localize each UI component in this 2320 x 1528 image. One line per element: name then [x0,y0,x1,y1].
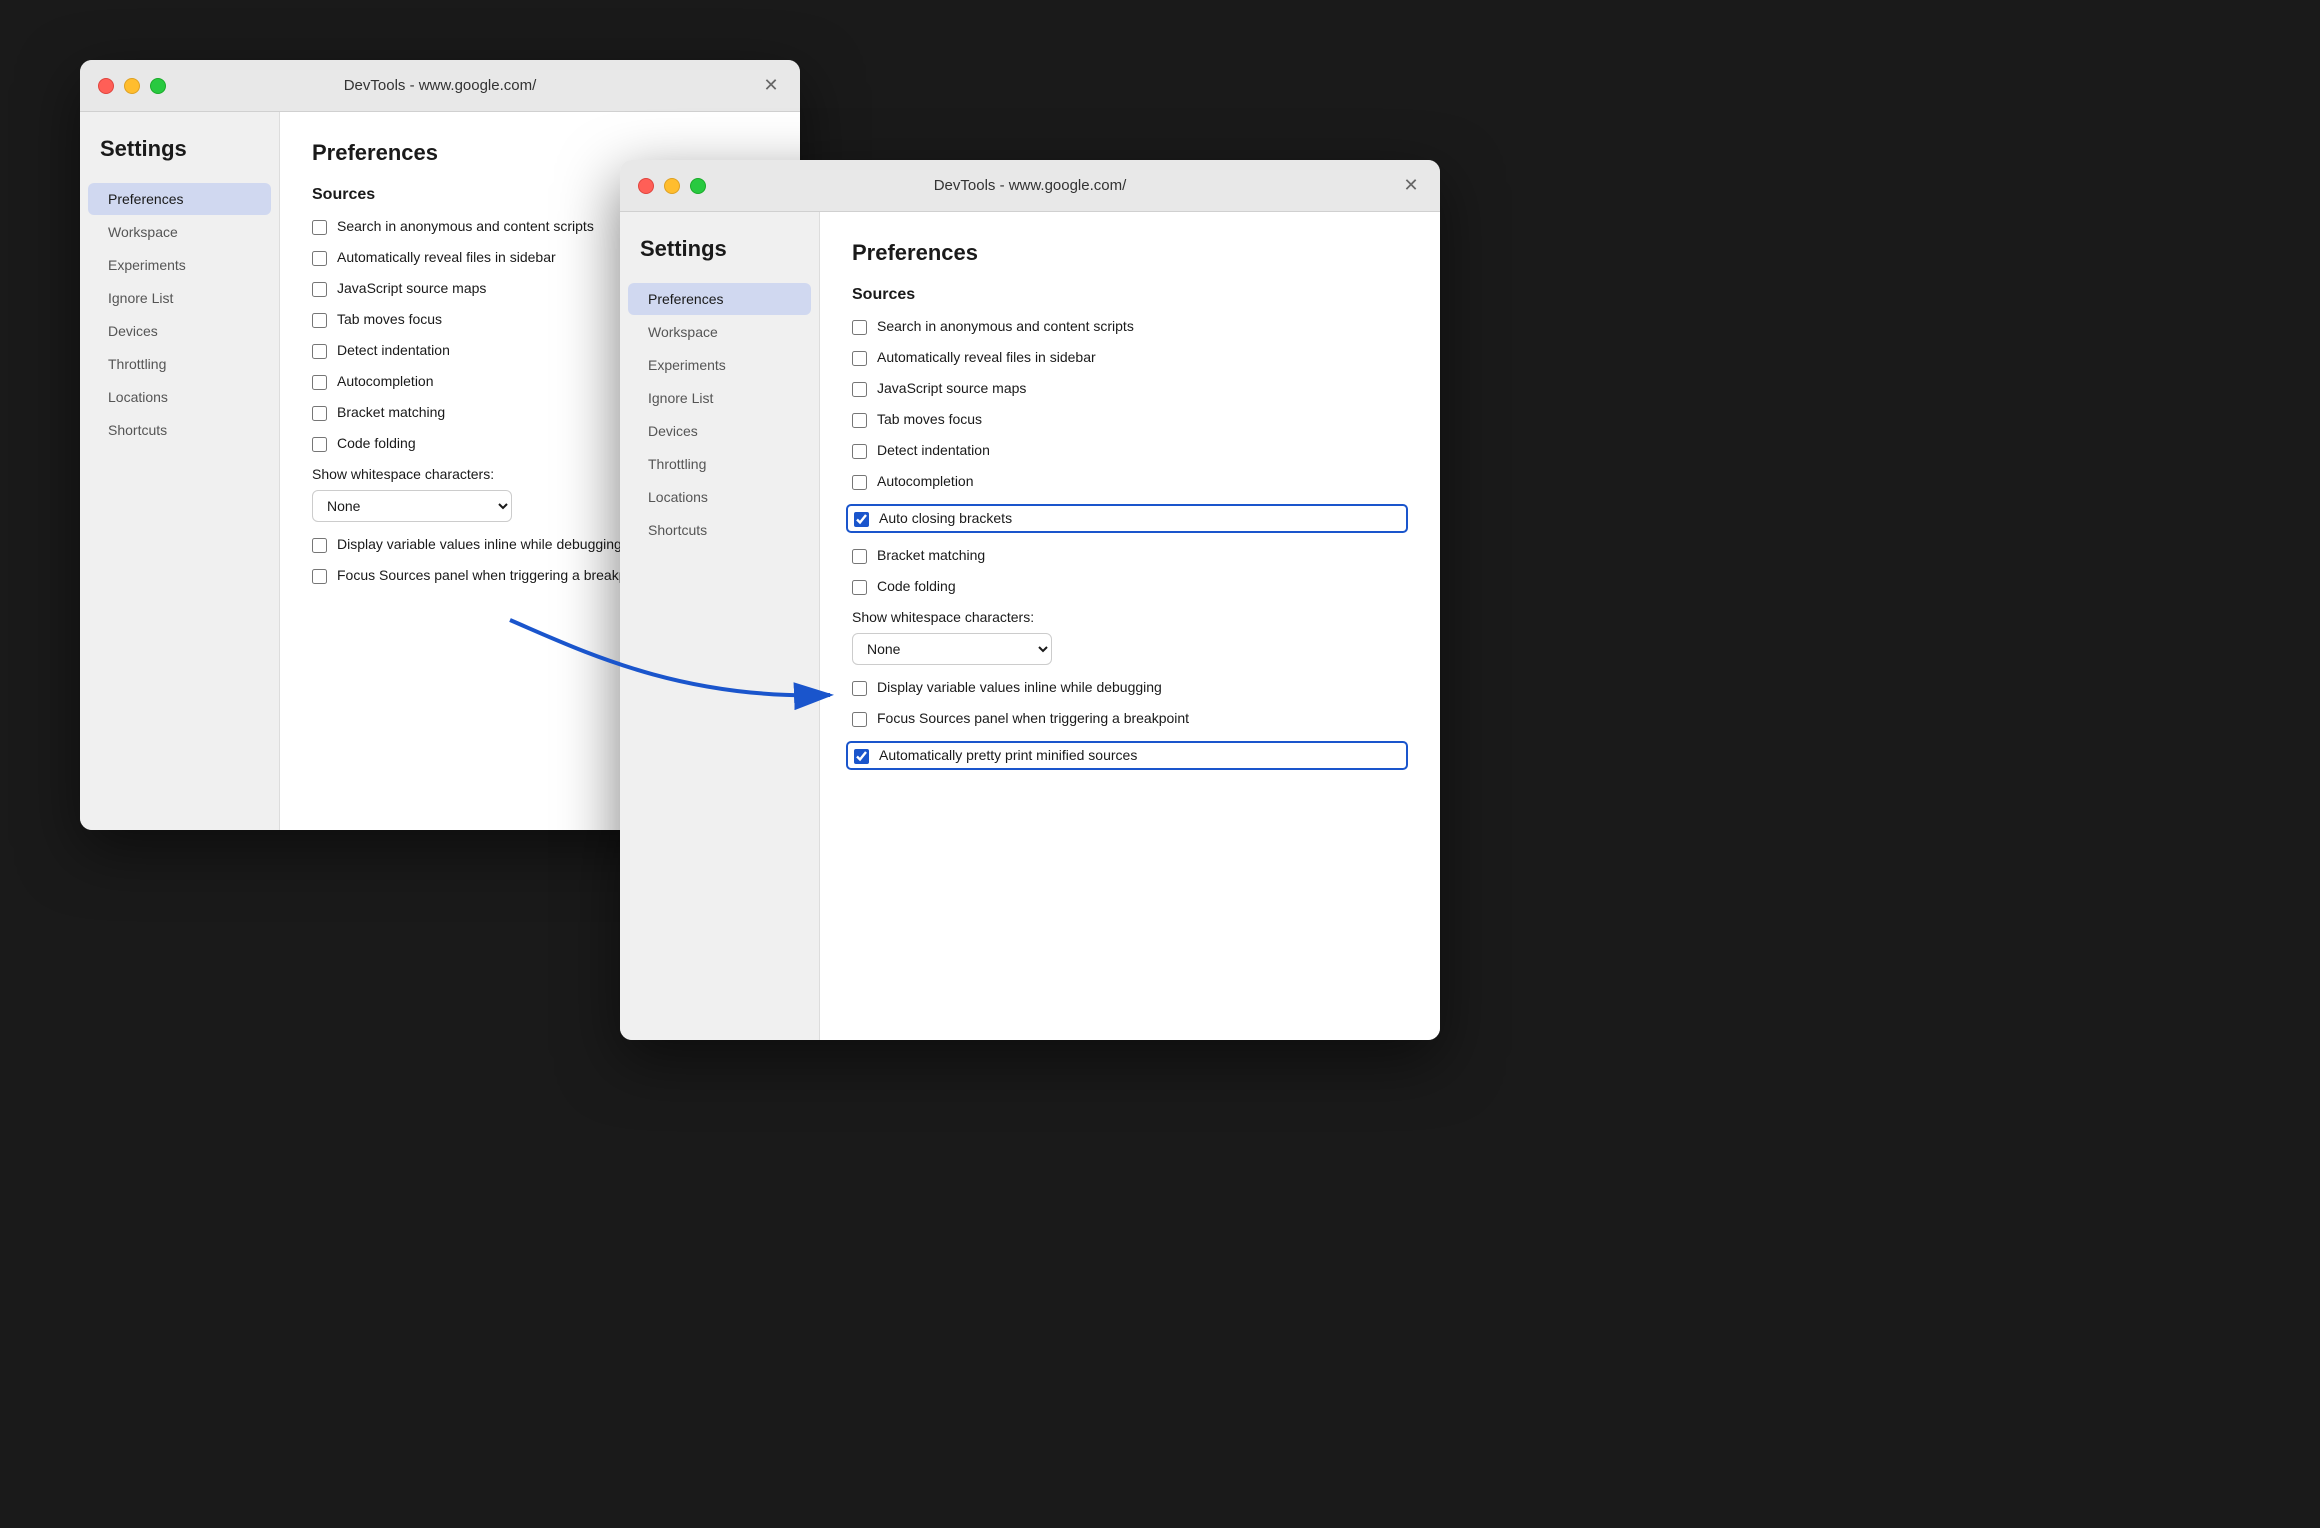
checkbox-js-sourcemaps-input-front[interactable] [852,382,867,397]
titlebar-title-back: DevTools - www.google.com/ [344,77,537,94]
checkbox-pretty-print-input-front[interactable] [854,749,869,764]
sidebar-item-preferences-back[interactable]: Preferences [88,183,271,215]
checkbox-detect-indent-front[interactable]: Detect indentation [852,442,1408,459]
close-button-front[interactable]: ✕ [1400,175,1422,197]
sidebar-item-throttling-back[interactable]: Throttling [88,348,271,380]
whitespace-select-wrapper-front: None All Trailing [852,633,1408,665]
checkbox-tab-focus-input-front[interactable] [852,413,867,428]
titlebar-title-front: DevTools - www.google.com/ [934,177,1127,194]
checkbox-code-folding-input-back[interactable] [312,437,327,452]
checkbox-js-sourcemaps-front[interactable]: JavaScript source maps [852,380,1408,397]
checkbox-detect-indent-input-back[interactable] [312,344,327,359]
checkbox-anonymous-front[interactable]: Search in anonymous and content scripts [852,318,1408,335]
checkbox-tab-focus-input-back[interactable] [312,313,327,328]
titlebar-back: DevTools - www.google.com/ ✕ [80,60,800,112]
checkbox-anonymous-input-front[interactable] [852,320,867,335]
sidebar-item-workspace-front[interactable]: Workspace [628,316,811,348]
sidebar-item-locations-back[interactable]: Locations [88,381,271,413]
checkbox-auto-closing-brackets-input-front[interactable] [854,512,869,527]
sidebar-item-throttling-front[interactable]: Throttling [628,448,811,480]
traffic-light-red-back[interactable] [98,78,114,94]
section-sources-front: Sources [852,286,1408,304]
traffic-light-green-front[interactable] [690,178,706,194]
whitespace-select-back[interactable]: None All Trailing [312,490,512,522]
checkbox-reveal-files-front[interactable]: Automatically reveal files in sidebar [852,349,1408,366]
checkbox-focus-sources-input-back[interactable] [312,569,327,584]
checkbox-reveal-files-input-back[interactable] [312,251,327,266]
checkbox-display-var-input-front[interactable] [852,681,867,696]
checkbox-display-var-input-back[interactable] [312,538,327,553]
checkbox-bracket-matching-front[interactable]: Bracket matching [852,547,1408,564]
checkbox-js-sourcemaps-input-back[interactable] [312,282,327,297]
checkbox-code-folding-front[interactable]: Code folding [852,578,1408,595]
sidebar-back: Settings Preferences Workspace Experimen… [80,112,280,830]
sidebar-item-workspace-back[interactable]: Workspace [88,216,271,248]
checkbox-focus-sources-input-front[interactable] [852,712,867,727]
devtools-window-front: DevTools - www.google.com/ ✕ Settings Pr… [620,160,1440,1040]
auto-closing-brackets-label: Auto closing brackets [879,510,1012,526]
settings-title-back: Settings [80,136,279,182]
checkbox-autocompletion-front[interactable]: Autocompletion [852,473,1408,490]
checkbox-autocompletion-input-front[interactable] [852,475,867,490]
checkbox-bracket-matching-input-back[interactable] [312,406,327,421]
sidebar-item-preferences-front[interactable]: Preferences [628,283,811,315]
traffic-lights-front [638,178,706,194]
whitespace-label-front: Show whitespace characters: [852,609,1408,625]
checkbox-autocompletion-input-back[interactable] [312,375,327,390]
sidebar-item-devices-front[interactable]: Devices [628,415,811,447]
traffic-lights-back [98,78,166,94]
sidebar-item-ignorelist-front[interactable]: Ignore List [628,382,811,414]
pretty-print-label: Automatically pretty print minified sour… [879,747,1137,763]
sidebar-item-shortcuts-front[interactable]: Shortcuts [628,514,811,546]
sidebar-item-locations-front[interactable]: Locations [628,481,811,513]
close-button-back[interactable]: ✕ [760,75,782,97]
settings-title-front: Settings [620,236,819,282]
traffic-light-red-front[interactable] [638,178,654,194]
checkbox-tab-focus-front[interactable]: Tab moves focus [852,411,1408,428]
sidebar-item-shortcuts-back[interactable]: Shortcuts [88,414,271,446]
traffic-light-yellow-back[interactable] [124,78,140,94]
content-title-front: Preferences [852,240,1408,266]
checkbox-display-var-front[interactable]: Display variable values inline while deb… [852,679,1408,696]
sidebar-item-experiments-back[interactable]: Experiments [88,249,271,281]
settings-body-front: Settings Preferences Workspace Experimen… [620,212,1440,1040]
sidebar-front: Settings Preferences Workspace Experimen… [620,212,820,1040]
traffic-light-yellow-front[interactable] [664,178,680,194]
whitespace-select-front[interactable]: None All Trailing [852,633,1052,665]
sidebar-item-devices-back[interactable]: Devices [88,315,271,347]
sidebar-item-experiments-front[interactable]: Experiments [628,349,811,381]
content-front: Preferences Sources Search in anonymous … [820,212,1440,1040]
checkbox-detect-indent-input-front[interactable] [852,444,867,459]
sidebar-item-ignorelist-back[interactable]: Ignore List [88,282,271,314]
checkbox-reveal-files-input-front[interactable] [852,351,867,366]
titlebar-front: DevTools - www.google.com/ ✕ [620,160,1440,212]
checkbox-bracket-matching-input-front[interactable] [852,549,867,564]
checkbox-focus-sources-front[interactable]: Focus Sources panel when triggering a br… [852,710,1408,727]
checkbox-pretty-print-front[interactable]: Automatically pretty print minified sour… [846,741,1408,770]
checkbox-code-folding-input-front[interactable] [852,580,867,595]
checkbox-auto-closing-brackets-front[interactable]: Auto closing brackets [846,504,1408,533]
checkbox-anonymous-input-back[interactable] [312,220,327,235]
traffic-light-green-back[interactable] [150,78,166,94]
